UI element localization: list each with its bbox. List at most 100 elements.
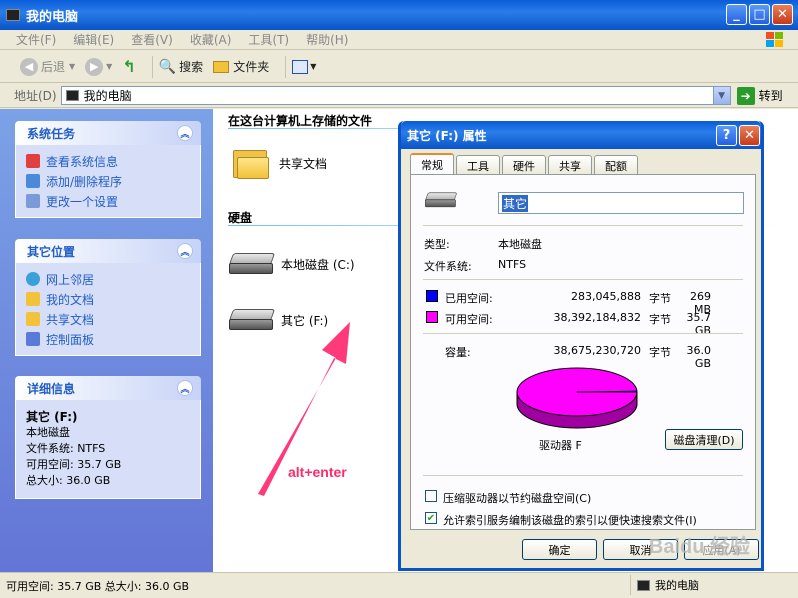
folder-icon <box>213 60 230 73</box>
compress-label: 压缩驱动器以节约磁盘空间(C) <box>443 492 592 505</box>
address-dropdown-button[interactable]: ▼ <box>712 87 730 104</box>
capacity-unit: 字节 <box>649 346 671 359</box>
type-value: 本地磁盘 <box>498 238 542 251</box>
other-places-header[interactable]: 其它位置 ︽ <box>15 239 201 263</box>
menu-view[interactable]: 查看(V) <box>131 31 173 48</box>
maximize-button[interactable]: □ <box>749 4 770 25</box>
place-network[interactable]: 网上邻居 <box>26 269 200 289</box>
capacity-size: 36.0 GB <box>686 344 712 370</box>
dialog-close-button[interactable]: ✕ <box>739 125 760 146</box>
details-type: 本地磁盘 <box>26 426 70 439</box>
menu-file[interactable]: 文件(F) <box>16 31 56 48</box>
help-button[interactable]: ? <box>716 125 737 146</box>
details-header[interactable]: 详细信息 ︽ <box>15 376 201 400</box>
tab-tools[interactable]: 工具 <box>456 155 500 175</box>
drive-c-item[interactable]: 本地磁盘 (C:) <box>228 251 355 277</box>
used-unit: 字节 <box>649 292 671 305</box>
other-places-body: 网上邻居 我的文档 共享文档 控制面板 <box>15 263 201 356</box>
tab-sharing[interactable]: 共享 <box>548 155 592 175</box>
search-button[interactable]: 🔍 搜索 <box>159 58 203 75</box>
toolbar: ◀ 后退 ▼ ▶ ▼ ↰ 🔍 搜索 文件夹 ▼ <box>0 51 798 83</box>
address-bar: 地址(D) 我的电脑 ▼ ➔ 转到 <box>0 84 798 108</box>
documents-icon <box>26 292 40 306</box>
chevron-down-icon: ▼ <box>106 62 113 71</box>
drive-label: 驱动器 F <box>539 439 582 452</box>
search-label: 搜索 <box>179 60 204 74</box>
compress-checkbox[interactable] <box>425 490 437 502</box>
system-tasks-body: 查看系统信息 添加/删除程序 更改一个设置 <box>15 145 201 218</box>
menu-tools[interactable]: 工具(T) <box>248 31 289 48</box>
used-bytes: 283,045,888 <box>571 290 641 303</box>
tab-quota[interactable]: 配额 <box>594 155 638 175</box>
divider <box>423 333 743 334</box>
up-button[interactable]: ↰ <box>122 57 135 76</box>
go-button[interactable]: ➔ 转到 <box>736 86 783 105</box>
status-text: 可用空间: 35.7 GB 总大小: 36.0 GB <box>6 579 190 593</box>
chevron-down-icon: ▼ <box>310 62 317 71</box>
go-arrow-icon: ➔ <box>736 86 755 105</box>
folders-button[interactable]: 文件夹 <box>213 58 269 75</box>
system-info-icon <box>26 154 40 168</box>
forward-arrow-icon: ▶ <box>85 57 104 76</box>
back-button[interactable]: ◀ 后退 ▼ <box>20 57 75 76</box>
task-add-remove-programs[interactable]: 添加/删除程序 <box>26 171 200 191</box>
views-icon <box>292 59 309 74</box>
folder-icon <box>233 147 269 179</box>
task-change-setting[interactable]: 更改一个设置 <box>26 191 200 211</box>
window-title-bar: 我的电脑 _ □ ✕ <box>0 0 798 30</box>
collapse-icon[interactable]: ︽ <box>177 125 193 141</box>
menu-help[interactable]: 帮助(H) <box>306 31 348 48</box>
capacity-label: 容量: <box>445 346 471 359</box>
system-tasks-header[interactable]: 系统任务 ︽ <box>15 121 201 145</box>
details-free: 可用空间: 35.7 GB <box>26 458 122 471</box>
dialog-title-bar: 其它 (F:) 属性 ? ✕ <box>401 121 761 149</box>
task-view-system-info[interactable]: 查看系统信息 <box>26 151 200 171</box>
windows-logo-icon <box>766 32 783 47</box>
place-control-panel[interactable]: 控制面板 <box>26 329 200 349</box>
general-tab-page: 其它 类型: 本地磁盘 文件系统: NTFS 已用空间: 283,045,888… <box>410 174 756 530</box>
other-places-panel: 其它位置 ︽ 网上邻居 我的文档 共享文档 控制面板 <box>15 239 201 356</box>
forward-button[interactable]: ▶ ▼ <box>85 57 113 76</box>
views-button[interactable]: ▼ <box>292 59 317 74</box>
close-button[interactable]: ✕ <box>772 4 793 25</box>
status-location: 我的电脑 <box>630 575 699 595</box>
up-folder-icon: ↰ <box>122 57 136 76</box>
properties-dialog: 其它 (F:) 属性 ? ✕ 常规 工具 硬件 共享 配额 其它 类型: 本地磁… <box>398 121 764 571</box>
details-panel: 详细信息 ︽ 其它 (F:) 本地磁盘 文件系统: NTFS 可用空间: 35.… <box>15 376 201 499</box>
place-my-documents[interactable]: 我的文档 <box>26 289 200 309</box>
index-label: 允许索引服务编制该磁盘的索引以便快速搜索文件(I) <box>443 514 697 527</box>
volume-name-input[interactable]: 其它 <box>498 192 744 214</box>
back-label: 后退 <box>41 60 66 74</box>
menu-bar: 文件(F) 编辑(E) 查看(V) 收藏(A) 工具(T) 帮助(H) <box>0 30 798 50</box>
place-shared-documents[interactable]: 共享文档 <box>26 309 200 329</box>
divider <box>423 475 743 476</box>
system-tasks-panel: 系统任务 ︽ 查看系统信息 添加/删除程序 更改一个设置 <box>15 121 201 218</box>
settings-icon <box>26 194 40 208</box>
stored-files-heading: 在这台计算机上存储的文件 <box>228 114 373 128</box>
go-label: 转到 <box>758 89 783 103</box>
fs-label: 文件系统: <box>424 260 472 273</box>
folders-label: 文件夹 <box>233 60 270 74</box>
details-body: 其它 (F:) 本地磁盘 文件系统: NTFS 可用空间: 35.7 GB 总大… <box>15 400 201 499</box>
dialog-tabs: 常规 工具 硬件 共享 配额 <box>410 153 640 175</box>
status-bar: 可用空间: 35.7 GB 总大小: 36.0 GB 我的电脑 <box>0 572 798 598</box>
capacity-bytes: 38,675,230,720 <box>553 344 641 357</box>
computer-icon <box>65 90 79 101</box>
collapse-icon[interactable]: ︽ <box>177 380 193 396</box>
tab-hardware[interactable]: 硬件 <box>502 155 546 175</box>
back-arrow-icon: ◀ <box>20 57 38 76</box>
address-value: 我的电脑 <box>83 89 132 103</box>
collapse-icon[interactable]: ︽ <box>177 243 193 259</box>
hard-drive-icon <box>424 191 458 209</box>
ok-button[interactable]: 确定 <box>522 539 597 560</box>
menu-favorites[interactable]: 收藏(A) <box>190 31 232 48</box>
type-label: 类型: <box>424 238 450 251</box>
task-pane: 系统任务 ︽ 查看系统信息 添加/删除程序 更改一个设置 其它位置 ︽ 网上邻居… <box>0 109 213 572</box>
minimize-button[interactable]: _ <box>726 4 747 25</box>
tab-general[interactable]: 常规 <box>410 153 454 175</box>
address-input[interactable]: 我的电脑 ▼ <box>60 86 731 105</box>
disk-cleanup-button[interactable]: 磁盘清理(D) <box>665 429 743 450</box>
shared-documents-item[interactable]: 共享文档 <box>233 147 327 179</box>
menu-edit[interactable]: 编辑(E) <box>73 31 114 48</box>
index-checkbox[interactable]: ✔ <box>425 512 437 524</box>
